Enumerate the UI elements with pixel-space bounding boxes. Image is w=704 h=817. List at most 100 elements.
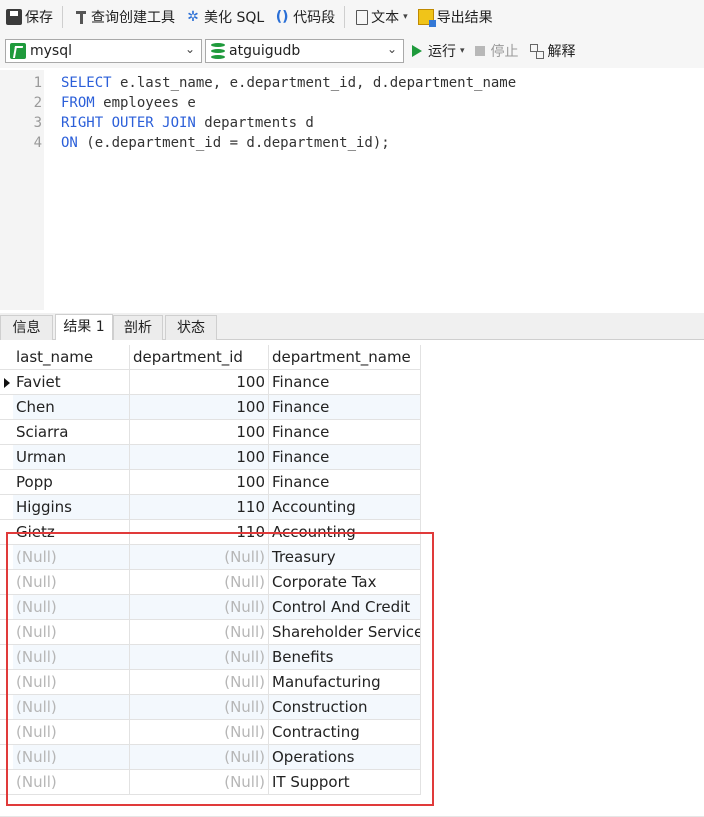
cell-department-name[interactable]: Finance <box>269 420 421 445</box>
cell-department-name[interactable]: Shareholder Services <box>269 620 421 645</box>
tab-result-1[interactable]: 结果 1 <box>55 314 113 340</box>
cell-last-name[interactable]: Sciarra <box>13 420 130 445</box>
cell-department-id[interactable]: (Null) <box>130 720 269 745</box>
table-row[interactable]: (Null) (Null) Benefits <box>0 645 421 670</box>
cell-last-name[interactable]: (Null) <box>13 695 130 720</box>
table-row[interactable]: (Null) (Null) IT Support <box>0 770 421 795</box>
connection-select[interactable]: mysql ⌄ <box>5 39 202 63</box>
code-line[interactable]: 3 RIGHT OUTER JOIN departments d <box>0 113 704 133</box>
cell-last-name[interactable]: (Null) <box>13 770 130 795</box>
row-indicator[interactable] <box>0 470 13 495</box>
table-row[interactable]: Higgins 110 Accounting <box>0 495 421 520</box>
run-button[interactable]: 运行 ▾ <box>412 41 465 61</box>
column-header-last-name[interactable]: last_name <box>13 345 130 370</box>
beautify-sql-button[interactable]: ✲ 美化 SQL <box>181 4 268 30</box>
cell-department-id[interactable]: (Null) <box>130 570 269 595</box>
row-indicator[interactable] <box>0 495 13 520</box>
cell-department-name[interactable]: Accounting <box>269 495 421 520</box>
cell-department-id[interactable]: 100 <box>130 395 269 420</box>
row-indicator[interactable] <box>0 420 13 445</box>
cell-department-name[interactable]: Finance <box>269 445 421 470</box>
cell-department-id[interactable]: 110 <box>130 520 269 545</box>
cell-last-name[interactable]: Chen <box>13 395 130 420</box>
row-indicator[interactable] <box>0 520 13 545</box>
row-indicator[interactable] <box>0 395 13 420</box>
cell-department-id[interactable]: 100 <box>130 420 269 445</box>
cell-department-name[interactable]: Control And Credit <box>269 595 421 620</box>
cell-department-id[interactable]: 110 <box>130 495 269 520</box>
database-select[interactable]: atguigudb ⌄ <box>205 39 404 63</box>
row-indicator[interactable] <box>0 620 13 645</box>
table-row[interactable]: (Null) (Null) Manufacturing <box>0 670 421 695</box>
table-row[interactable]: Chen 100 Finance <box>0 395 421 420</box>
cell-department-name[interactable]: Contracting <box>269 720 421 745</box>
code-line[interactable]: 2 FROM employees e <box>0 93 704 113</box>
explain-button[interactable]: 解释 <box>529 41 576 61</box>
row-indicator[interactable] <box>0 545 13 570</box>
cell-last-name[interactable]: (Null) <box>13 670 130 695</box>
cell-department-id[interactable]: (Null) <box>130 620 269 645</box>
table-row[interactable]: (Null) (Null) Contracting <box>0 720 421 745</box>
row-indicator[interactable] <box>0 770 13 795</box>
row-indicator[interactable] <box>0 595 13 620</box>
cell-department-id[interactable]: 100 <box>130 370 269 395</box>
table-row[interactable]: Faviet 100 Finance <box>0 370 421 395</box>
row-indicator[interactable] <box>0 370 13 395</box>
cell-last-name[interactable]: Higgins <box>13 495 130 520</box>
cell-last-name[interactable]: Faviet <box>13 370 130 395</box>
cell-last-name[interactable]: (Null) <box>13 720 130 745</box>
row-indicator[interactable] <box>0 745 13 770</box>
row-indicator[interactable] <box>0 570 13 595</box>
cell-last-name[interactable]: (Null) <box>13 620 130 645</box>
save-button[interactable]: 保存 <box>2 4 57 30</box>
column-header-department-name[interactable]: department_name <box>269 345 421 370</box>
table-row[interactable]: (Null) (Null) Treasury <box>0 545 421 570</box>
table-row[interactable]: Gietz 110 Accounting <box>0 520 421 545</box>
cell-department-id[interactable]: 100 <box>130 445 269 470</box>
sql-editor[interactable]: 1 SELECT e.last_name, e.department_id, d.… <box>0 70 704 310</box>
cell-last-name[interactable]: (Null) <box>13 545 130 570</box>
cell-department-name[interactable]: Finance <box>269 470 421 495</box>
cell-department-id[interactable]: 100 <box>130 470 269 495</box>
row-indicator[interactable] <box>0 670 13 695</box>
code-line[interactable]: 1 SELECT e.last_name, e.department_id, d.… <box>0 73 704 93</box>
cell-department-name[interactable]: Treasury <box>269 545 421 570</box>
row-indicator[interactable] <box>0 695 13 720</box>
cell-department-id[interactable]: (Null) <box>130 745 269 770</box>
column-header-department-id[interactable]: department_id <box>130 345 269 370</box>
cell-department-name[interactable]: Corporate Tax <box>269 570 421 595</box>
cell-department-id[interactable]: (Null) <box>130 670 269 695</box>
chevron-down-icon[interactable]: ⌄ <box>185 42 195 56</box>
table-row[interactable]: (Null) (Null) Construction <box>0 695 421 720</box>
table-row[interactable]: (Null) (Null) Shareholder Services <box>0 620 421 645</box>
cell-department-name[interactable]: Manufacturing <box>269 670 421 695</box>
table-row[interactable]: (Null) (Null) Control And Credit <box>0 595 421 620</box>
cell-department-name[interactable]: Finance <box>269 370 421 395</box>
query-builder-button[interactable]: 查询创建工具 <box>70 4 179 30</box>
row-indicator[interactable] <box>0 720 13 745</box>
code-line[interactable]: 4 ON (e.department_id = d.department_id); <box>0 133 704 153</box>
table-row[interactable]: Popp 100 Finance <box>0 470 421 495</box>
table-row[interactable]: (Null) (Null) Operations <box>0 745 421 770</box>
cell-department-name[interactable]: Accounting <box>269 520 421 545</box>
cell-last-name[interactable]: Popp <box>13 470 130 495</box>
cell-department-name[interactable]: IT Support <box>269 770 421 795</box>
text-button[interactable]: 文本 ▾ <box>352 4 412 30</box>
cell-department-id[interactable]: (Null) <box>130 595 269 620</box>
cell-last-name[interactable]: (Null) <box>13 570 130 595</box>
tab-info[interactable]: 信息 <box>0 315 53 340</box>
cell-last-name[interactable]: (Null) <box>13 595 130 620</box>
cell-department-name[interactable]: Finance <box>269 395 421 420</box>
code-snippet-button[interactable]: () 代码段 <box>270 4 339 30</box>
cell-last-name[interactable]: (Null) <box>13 645 130 670</box>
cell-department-name[interactable]: Operations <box>269 745 421 770</box>
cell-department-id[interactable]: (Null) <box>130 545 269 570</box>
table-row[interactable]: Sciarra 100 Finance <box>0 420 421 445</box>
stop-button[interactable]: 停止 <box>474 41 519 61</box>
tab-profile[interactable]: 剖析 <box>113 315 163 340</box>
row-indicator[interactable] <box>0 445 13 470</box>
row-indicator[interactable] <box>0 645 13 670</box>
tab-status[interactable]: 状态 <box>165 315 217 340</box>
export-results-button[interactable]: 导出结果 <box>414 4 497 30</box>
cell-department-id[interactable]: (Null) <box>130 770 269 795</box>
